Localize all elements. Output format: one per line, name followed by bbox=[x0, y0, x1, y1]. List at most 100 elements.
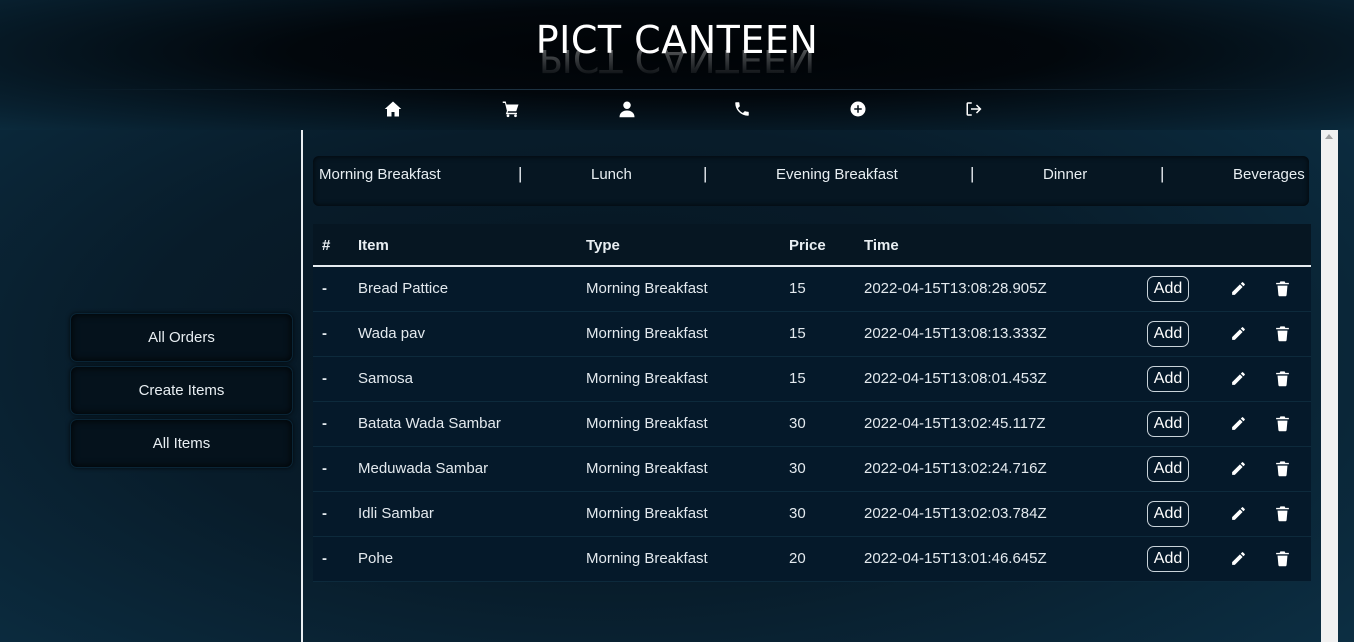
row-index: - bbox=[322, 370, 327, 387]
category-separator: | bbox=[970, 164, 975, 183]
row-item-name: Wada pav bbox=[358, 325, 425, 342]
category-dinner[interactable]: Dinner bbox=[1043, 166, 1087, 183]
row-item-name: Idli Sambar bbox=[358, 505, 434, 522]
add-button[interactable]: Add bbox=[1147, 411, 1189, 437]
nav-logout-link[interactable] bbox=[962, 97, 986, 121]
main-content: Morning Breakfast | Lunch | Evening Brea… bbox=[303, 130, 1321, 642]
create-items-button[interactable]: Create Items bbox=[70, 366, 293, 415]
table-row: - Batata Wada Sambar Morning Breakfast 3… bbox=[313, 402, 1311, 447]
row-price: 30 bbox=[789, 505, 806, 522]
trash-icon bbox=[1275, 325, 1289, 341]
row-price: 15 bbox=[789, 280, 806, 297]
row-price: 30 bbox=[789, 415, 806, 432]
edit-button[interactable] bbox=[1229, 279, 1247, 297]
edit-button[interactable] bbox=[1229, 324, 1247, 342]
column-header-price: Price bbox=[789, 237, 826, 254]
row-price: 15 bbox=[789, 325, 806, 342]
nav-contact-link[interactable] bbox=[730, 97, 754, 121]
pencil-icon bbox=[1231, 326, 1245, 340]
table-row: - Meduwada Sambar Morning Breakfast 30 2… bbox=[313, 447, 1311, 492]
row-index: - bbox=[322, 460, 327, 477]
table-row: - Bread Pattice Morning Breakfast 15 202… bbox=[313, 267, 1311, 312]
table-row: - Samosa Morning Breakfast 15 2022-04-15… bbox=[313, 357, 1311, 402]
row-item-name: Pohe bbox=[358, 550, 394, 567]
edit-button[interactable] bbox=[1229, 369, 1247, 387]
row-type: Morning Breakfast bbox=[586, 280, 708, 297]
row-price: 20 bbox=[789, 550, 806, 567]
row-index: - bbox=[322, 280, 327, 297]
category-evening-breakfast[interactable]: Evening Breakfast bbox=[776, 166, 898, 183]
add-button[interactable]: Add bbox=[1147, 321, 1189, 347]
row-index: - bbox=[322, 550, 327, 567]
row-type: Morning Breakfast bbox=[586, 325, 708, 342]
edit-button[interactable] bbox=[1229, 414, 1247, 432]
edit-button[interactable] bbox=[1229, 549, 1247, 567]
category-lunch[interactable]: Lunch bbox=[591, 166, 632, 183]
home-icon bbox=[384, 101, 402, 117]
phone-icon bbox=[735, 102, 749, 116]
scrollbar[interactable] bbox=[1321, 130, 1338, 642]
row-item-name: Samosa bbox=[358, 370, 414, 387]
edit-button[interactable] bbox=[1229, 504, 1247, 522]
row-time: 2022-04-15T13:08:01.453Z bbox=[864, 370, 1047, 387]
nav-cart-link[interactable] bbox=[499, 97, 523, 121]
trash-icon bbox=[1275, 280, 1289, 296]
delete-button[interactable] bbox=[1273, 279, 1291, 297]
row-index: - bbox=[322, 325, 327, 342]
row-price: 30 bbox=[789, 460, 806, 477]
row-time: 2022-04-15T13:02:45.117Z bbox=[864, 415, 1046, 432]
site-title-reflection: PICT CANTEEN bbox=[538, 50, 816, 80]
pencil-icon bbox=[1231, 551, 1245, 565]
scroll-up-arrow[interactable] bbox=[1325, 134, 1333, 139]
add-button[interactable]: Add bbox=[1147, 366, 1189, 392]
column-header-time: Time bbox=[864, 237, 899, 254]
category-morning-breakfast[interactable]: Morning Breakfast bbox=[319, 166, 441, 183]
all-orders-button[interactable]: All Orders bbox=[70, 313, 293, 362]
column-header-item: Item bbox=[358, 237, 389, 254]
delete-button[interactable] bbox=[1273, 369, 1291, 387]
table-row: - Pohe Morning Breakfast 20 2022-04-15T1… bbox=[313, 537, 1311, 582]
row-type: Morning Breakfast bbox=[586, 460, 708, 477]
sidebar: All Orders Create Items All Items bbox=[0, 130, 302, 642]
delete-button[interactable] bbox=[1273, 324, 1291, 342]
row-time: 2022-04-15T13:08:13.333Z bbox=[864, 325, 1047, 342]
cart-icon bbox=[502, 101, 519, 118]
trash-icon bbox=[1275, 370, 1289, 386]
nav-home-link[interactable] bbox=[381, 97, 405, 121]
row-type: Morning Breakfast bbox=[586, 550, 708, 567]
edit-button[interactable] bbox=[1229, 459, 1247, 477]
nav-divider bbox=[60, 89, 1294, 90]
row-type: Morning Breakfast bbox=[586, 505, 708, 522]
delete-button[interactable] bbox=[1273, 549, 1291, 567]
top-nav bbox=[0, 95, 1354, 125]
site-header: PICT CANTEEN PICT CANTEEN bbox=[0, 0, 1354, 130]
add-button[interactable]: Add bbox=[1147, 276, 1189, 302]
category-separator: | bbox=[1160, 164, 1165, 183]
all-items-button[interactable]: All Items bbox=[70, 419, 293, 468]
delete-button[interactable] bbox=[1273, 414, 1291, 432]
pencil-icon bbox=[1231, 416, 1245, 430]
category-bar: Morning Breakfast | Lunch | Evening Brea… bbox=[313, 156, 1309, 206]
category-beverages[interactable]: Beverages bbox=[1233, 166, 1305, 183]
row-index: - bbox=[322, 415, 327, 432]
row-item-name: Bread Pattice bbox=[358, 280, 449, 297]
trash-icon bbox=[1275, 505, 1289, 521]
trash-icon bbox=[1275, 550, 1289, 566]
delete-button[interactable] bbox=[1273, 459, 1291, 477]
trash-icon bbox=[1275, 460, 1289, 476]
add-button[interactable]: Add bbox=[1147, 456, 1189, 482]
table-row: - Idli Sambar Morning Breakfast 30 2022-… bbox=[313, 492, 1311, 537]
pencil-icon bbox=[1231, 461, 1245, 475]
row-item-name: Meduwada Sambar bbox=[358, 460, 489, 477]
add-button[interactable]: Add bbox=[1147, 546, 1189, 572]
user-icon bbox=[619, 101, 635, 118]
table-body: - Bread Pattice Morning Breakfast 15 202… bbox=[313, 267, 1311, 582]
delete-button[interactable] bbox=[1273, 504, 1291, 522]
row-time: 2022-04-15T13:01:46.645Z bbox=[864, 550, 1047, 567]
pencil-icon bbox=[1231, 371, 1245, 385]
nav-profile-link[interactable] bbox=[615, 97, 639, 121]
add-button[interactable]: Add bbox=[1147, 501, 1189, 527]
category-separator: | bbox=[703, 164, 708, 183]
nav-add-link[interactable] bbox=[846, 97, 870, 121]
row-time: 2022-04-15T13:02:24.716Z bbox=[864, 460, 1047, 477]
